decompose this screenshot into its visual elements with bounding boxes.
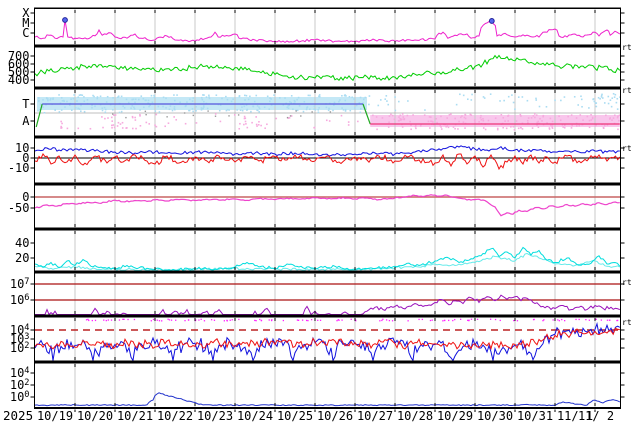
date-label: 10/25 — [277, 409, 313, 423]
date-label: 10/21 — [117, 409, 153, 423]
date-label: 11/ 2 — [578, 409, 614, 423]
svg-text:-10: -10 — [8, 161, 30, 175]
flare-marker — [489, 19, 494, 24]
plot-canvas: XMC700600500400TA100-100-504020107106104… — [0, 0, 634, 424]
date-label: 10/28 — [397, 409, 433, 423]
svg-text:C: C — [22, 26, 29, 40]
svg-text:T: T — [22, 97, 29, 111]
date-label: 10/29 — [437, 409, 473, 423]
svg-text:-50: -50 — [8, 201, 30, 215]
date-label: 10/27 — [357, 409, 393, 423]
x-axis-labels: 2025 10/19 10/20 10/21 10/22 10/23 10/24 10/25 1… — [3, 408, 614, 423]
realtime-tag: rt — [622, 318, 632, 327]
space-weather-overview-plot: XMC700600500400TA100-100-504020107106104… — [0, 0, 634, 424]
date-label: 10/30 — [477, 409, 513, 423]
realtime-tag: rt — [622, 43, 632, 52]
svg-text:A: A — [22, 114, 30, 128]
date-label: 10/22 — [157, 409, 193, 423]
realtime-tag: rt — [622, 278, 632, 287]
date-label: 10/23 — [197, 409, 233, 423]
realtime-tag: rt — [622, 144, 632, 153]
date-label: 10/20 — [77, 409, 113, 423]
date-label: 10/31 — [517, 409, 553, 423]
date-label: 10/26 — [317, 409, 353, 423]
date-label: 10/24 — [237, 409, 273, 423]
year-label: 2025 — [3, 408, 33, 423]
flare-marker — [63, 18, 68, 23]
svg-text:40: 40 — [15, 236, 29, 250]
realtime-tag: rt — [622, 86, 632, 95]
svg-text:20: 20 — [15, 251, 29, 265]
y-axis-labels: XMC700600500400TA100-100-504020107106104… — [8, 6, 30, 404]
svg-text:400: 400 — [8, 73, 30, 87]
date-label: 10/19 — [37, 409, 73, 423]
